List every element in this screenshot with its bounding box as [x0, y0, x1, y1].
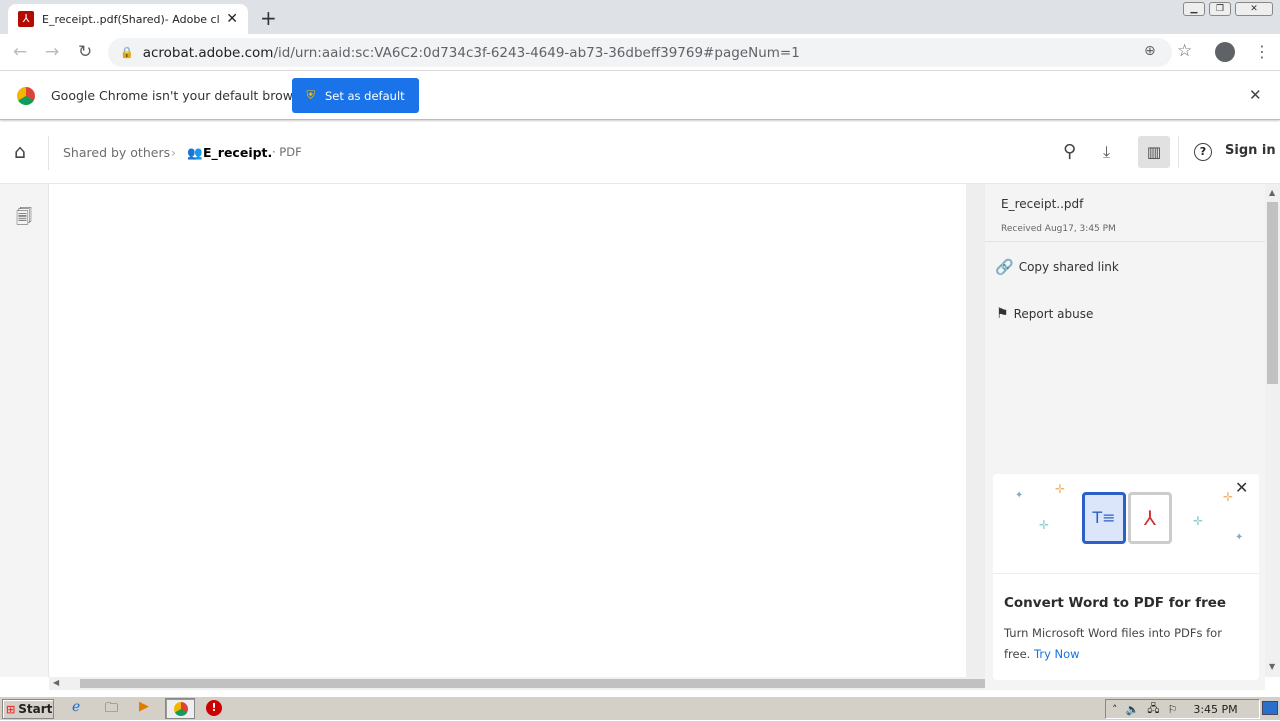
- panel-toggle-icon[interactable]: ▥: [1138, 136, 1170, 168]
- report-abuse-button[interactable]: ⚑ Report abuse: [996, 306, 1093, 322]
- sparkle-icon: ✦: [1235, 532, 1244, 543]
- shared-user-icon: 👥: [187, 145, 203, 160]
- chevron-right-icon: ›: [171, 145, 176, 160]
- scroll-thumb[interactable]: [1267, 202, 1278, 384]
- maximize-button[interactable]: ❐: [1209, 2, 1231, 16]
- panel-file-name: E_receipt..pdf: [1001, 197, 1084, 211]
- help-icon[interactable]: ?: [1194, 143, 1212, 161]
- chrome-icon: [174, 702, 188, 716]
- new-tab-button[interactable]: +: [260, 6, 277, 30]
- default-browser-infobar: Google Chrome isn't your default browser…: [0, 71, 1280, 120]
- received-date: Received Aug17, 3:45 PM: [1001, 224, 1116, 234]
- browser-tab[interactable]: ⅄ E_receipt..pdf(Shared)- Adobe cloud ✕: [8, 4, 248, 34]
- start-label: Start: [18, 702, 53, 716]
- clock[interactable]: 3:45 PM: [1193, 703, 1237, 716]
- windows-logo-icon: ⊞: [6, 702, 16, 716]
- action-center-flag-icon[interactable]: ⚐: [1167, 703, 1177, 716]
- taskbar: ⊞ Start ℯ 🗀 ▶ ! ˄ 🔈 🖧 ⚐ 3:45 PM: [0, 696, 1280, 720]
- copy-shared-link-label: Copy shared link: [1018, 260, 1119, 274]
- document-gutter: [966, 184, 985, 677]
- file-type: · PDF: [272, 145, 302, 159]
- promo-title: Convert Word to PDF for free: [1004, 595, 1227, 611]
- tab-title: E_receipt..pdf(Shared)- Adobe cloud: [42, 12, 220, 26]
- chrome-taskbar-button[interactable]: [165, 698, 195, 719]
- sparkle-icon: ✛: [1055, 482, 1066, 496]
- url-path: /id/urn:aaid:sc:VA6C2:0d734c3f-6243-4649…: [273, 44, 800, 61]
- promo-card: T≡ ⅄ ✦ ✛ ✛ ✛ ✛ ✦ ✕ Convert Word to PDF f…: [993, 474, 1259, 680]
- try-now-link[interactable]: Try Now: [1034, 647, 1080, 661]
- close-promo-icon[interactable]: ✕: [1235, 478, 1248, 497]
- bookmark-star-icon[interactable]: ☆: [1177, 41, 1192, 61]
- scroll-left-arrow[interactable]: ◀: [53, 678, 59, 687]
- search-icon[interactable]: ⚲: [1063, 141, 1076, 162]
- network-warning-icon[interactable]: 🖧: [1147, 700, 1159, 719]
- sparkle-icon: ✦: [1015, 490, 1024, 501]
- reload-button[interactable]: ↻: [78, 42, 92, 62]
- sparkle-icon: ✛: [1223, 490, 1234, 504]
- menu-icon[interactable]: ⋮: [1254, 42, 1270, 61]
- promo-body: Turn Microsoft Word files into PDFs for …: [1004, 623, 1229, 665]
- pages-icon[interactable]: 🗐: [16, 206, 32, 233]
- pdf-doc-icon: ⅄: [1128, 492, 1172, 544]
- set-as-default-label: Set as default: [324, 88, 405, 103]
- scroll-down-arrow[interactable]: ▼: [1269, 662, 1275, 671]
- right-panel: E_receipt..pdf Received Aug17, 3:45 PM 🔗…: [985, 184, 1265, 690]
- volume-icon[interactable]: 🔈: [1126, 703, 1140, 716]
- word-doc-icon: T≡: [1082, 492, 1126, 544]
- infobar-message: Google Chrome isn't your default browser: [51, 88, 313, 103]
- left-rail: 🗐: [0, 184, 49, 677]
- divider: [1178, 136, 1179, 168]
- show-desktop-icon[interactable]: [1262, 701, 1278, 715]
- sparkle-icon: ✛: [1039, 518, 1050, 532]
- forward-button[interactable]: →: [45, 42, 59, 62]
- profile-avatar[interactable]: [1215, 42, 1235, 62]
- download-icon[interactable]: ⤓: [1103, 142, 1110, 162]
- vertical-scrollbar[interactable]: ▲ ▼: [1265, 184, 1280, 677]
- toolbar: ← → ↻ 🔒 acrobat.adobe.com/id/urn:aaid:sc…: [0, 34, 1280, 71]
- copy-shared-link-button[interactable]: 🔗 Copy shared link: [995, 258, 1119, 276]
- show-hidden-icons[interactable]: ˄: [1112, 703, 1118, 716]
- scroll-up-arrow[interactable]: ▲: [1269, 188, 1275, 197]
- divider: [985, 241, 1265, 242]
- explorer-icon[interactable]: 🗀: [105, 699, 118, 721]
- shield-icon: ⛨: [306, 88, 315, 102]
- close-window-button[interactable]: ✕: [1235, 2, 1273, 16]
- sparkle-icon: ✛: [1193, 514, 1204, 528]
- sign-in-link[interactable]: Sign in: [1225, 143, 1276, 158]
- breadcrumb-file-name: E_receipt.: [203, 145, 273, 160]
- address-bar[interactable]: 🔒 acrobat.adobe.com/id/urn:aaid:sc:VA6C2…: [108, 38, 1172, 67]
- media-player-icon[interactable]: ▶: [139, 699, 149, 714]
- document-view[interactable]: [49, 184, 966, 677]
- back-button[interactable]: ←: [13, 42, 27, 62]
- close-infobar-icon[interactable]: ✕: [1249, 86, 1262, 104]
- home-icon[interactable]: ⌂: [14, 141, 26, 163]
- report-abuse-label: Report abuse: [1013, 307, 1094, 321]
- tab-strip: ⅄ E_receipt..pdf(Shared)- Adobe cloud ✕ …: [0, 0, 1280, 34]
- breadcrumb-shared-by-others[interactable]: Shared by others: [63, 145, 170, 160]
- app-header: ⌂ Shared by others › 👥 E_receipt. · PDF …: [0, 122, 1280, 184]
- ie-icon[interactable]: ℯ: [72, 699, 80, 715]
- close-tab-icon[interactable]: ✕: [226, 11, 238, 27]
- system-tray: ˄ 🔈 🖧 ⚐ 3:45 PM: [1105, 699, 1260, 719]
- adobe-pdf-icon: ⅄: [18, 11, 34, 27]
- horizontal-scrollbar[interactable]: ◀: [49, 677, 985, 690]
- promo-illustration: T≡ ⅄ ✦ ✛ ✛ ✛ ✛ ✦ ✕: [993, 474, 1259, 574]
- flag-icon: ⚑: [996, 306, 1009, 322]
- alert-app-icon[interactable]: !: [206, 700, 222, 716]
- lock-icon: 🔒: [120, 46, 134, 59]
- start-button[interactable]: ⊞ Start: [2, 699, 54, 719]
- set-as-default-button[interactable]: ⛨ Set as default: [292, 78, 419, 113]
- divider: [48, 136, 49, 170]
- minimize-button[interactable]: ▁: [1183, 2, 1205, 16]
- chrome-logo-icon: [17, 87, 35, 105]
- zoom-icon[interactable]: ⊕: [1144, 43, 1156, 59]
- url-host: acrobat.adobe.com: [142, 44, 274, 61]
- scroll-thumb[interactable]: [80, 679, 985, 688]
- link-icon: 🔗: [995, 258, 1014, 276]
